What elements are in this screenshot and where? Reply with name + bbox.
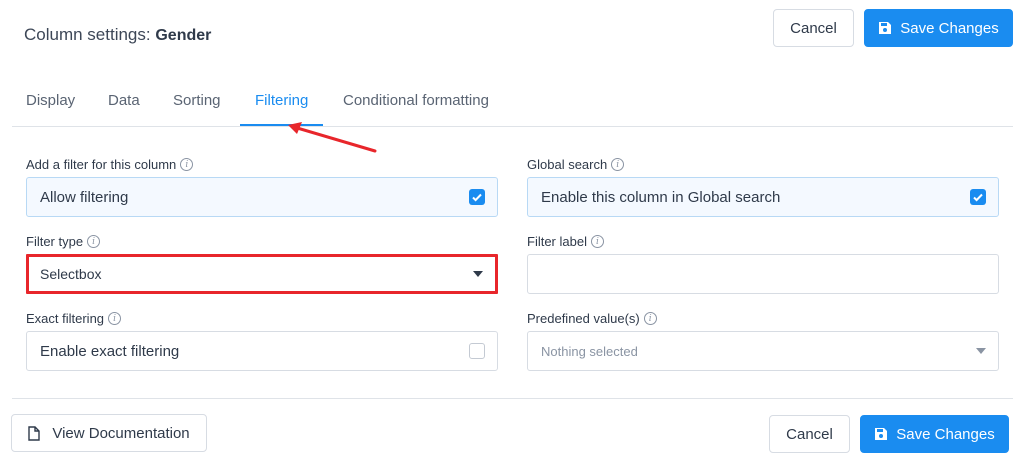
annotation-arrow [288, 122, 377, 153]
allow-filtering-checkbox-field[interactable]: Allow filtering [26, 177, 498, 217]
checkbox-checked-icon[interactable] [970, 189, 986, 205]
global-search-label-text: Global search [527, 157, 608, 172]
global-search-text: Enable this column in Global search [541, 188, 781, 206]
caret-down-icon [473, 271, 483, 277]
filter-label-label: Filter label i [527, 234, 604, 249]
filter-label-input[interactable] [527, 254, 999, 294]
predefined-values-label-text: Predefined value(s) [527, 311, 640, 326]
caret-down-icon [976, 348, 986, 354]
tab-conditional-formatting[interactable]: Conditional formatting [343, 92, 489, 109]
tab-data[interactable]: Data [108, 92, 140, 109]
tab-display[interactable]: Display [26, 92, 75, 109]
footer-cancel-button[interactable]: Cancel [769, 415, 850, 453]
footer-cancel-label: Cancel [786, 425, 833, 443]
info-icon[interactable]: i [108, 312, 122, 325]
info-icon[interactable]: i [611, 158, 625, 171]
predefined-values-placeholder: Nothing selected [541, 343, 638, 359]
floppy-disk-icon [879, 22, 892, 34]
checkbox-unchecked-icon[interactable] [469, 343, 485, 359]
footer-divider [12, 398, 1013, 399]
footer-save-label: Save Changes [896, 425, 995, 443]
predefined-values-label: Predefined value(s) i [527, 311, 657, 326]
filter-type-select[interactable]: Selectbox [26, 254, 498, 294]
global-search-checkbox-field[interactable]: Enable this column in Global search [527, 177, 999, 217]
filter-type-label: Filter type i [26, 234, 101, 249]
cancel-button-label: Cancel [790, 19, 837, 37]
tab-bar: Display Data Sorting Filtering Condition… [12, 86, 1013, 127]
filter-type-value: Selectbox [40, 266, 102, 282]
info-icon[interactable]: i [643, 312, 657, 325]
allow-filtering-text: Allow filtering [40, 188, 129, 206]
checkbox-checked-icon[interactable] [469, 189, 485, 205]
tab-sorting[interactable]: Sorting [173, 92, 221, 109]
add-filter-label: Add a filter for this column i [26, 157, 194, 172]
floppy-disk-icon [875, 428, 888, 440]
title-prefix: Column settings: [24, 25, 151, 44]
info-icon[interactable]: i [590, 235, 604, 248]
filter-label-label-text: Filter label [527, 234, 587, 249]
footer-save-changes-button[interactable]: Save Changes [860, 415, 1009, 453]
save-changes-button[interactable]: Save Changes [864, 9, 1013, 47]
exact-filtering-label: Exact filtering i [26, 311, 122, 326]
filter-type-label-text: Filter type [26, 234, 84, 249]
tab-filtering[interactable]: Filtering [255, 92, 308, 109]
exact-filtering-label-text: Exact filtering [26, 311, 105, 326]
document-icon [28, 425, 41, 441]
info-icon[interactable]: i [180, 158, 194, 171]
view-documentation-button[interactable]: View Documentation [11, 414, 207, 452]
global-search-label: Global search i [527, 157, 625, 172]
page-title: Column settings: Gender [24, 25, 211, 45]
predefined-values-select[interactable]: Nothing selected [527, 331, 999, 371]
exact-filtering-text: Enable exact filtering [40, 342, 180, 360]
column-name: Gender [155, 27, 212, 44]
info-icon[interactable]: i [87, 235, 101, 248]
save-button-label: Save Changes [900, 19, 999, 37]
cancel-button[interactable]: Cancel [773, 9, 854, 47]
exact-filtering-checkbox-field[interactable]: Enable exact filtering [26, 331, 498, 371]
add-filter-label-text: Add a filter for this column [26, 157, 177, 172]
view-documentation-label: View Documentation [52, 424, 190, 442]
